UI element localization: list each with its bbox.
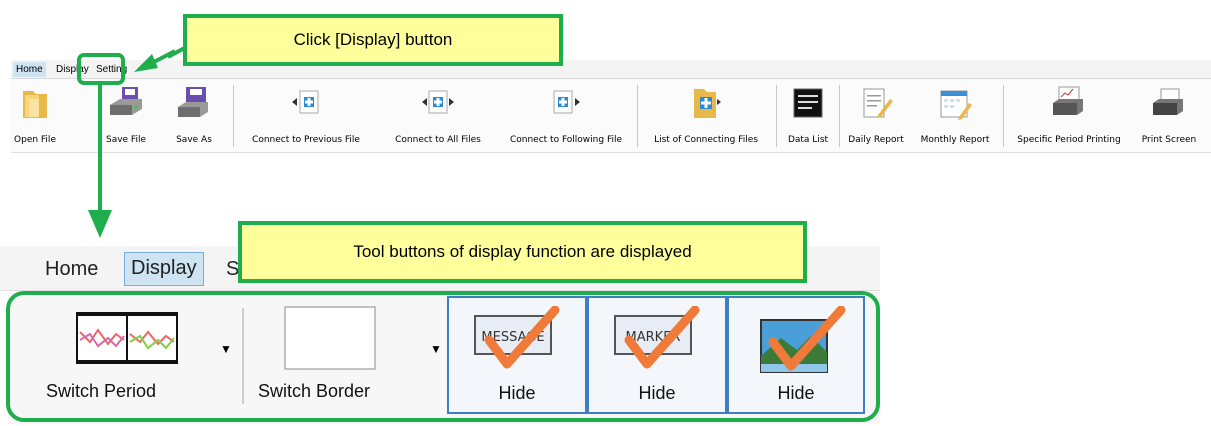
tab-home-large[interactable]: Home xyxy=(45,254,98,284)
hide-image-button[interactable]: Hide xyxy=(727,296,865,414)
down-arrow-head xyxy=(88,210,112,238)
hide-marker-label: Hide xyxy=(638,383,676,403)
switch-border-icon xyxy=(284,306,376,370)
callout-click-display: Click [Display] button xyxy=(183,14,563,66)
switch-period-label: Switch Period xyxy=(46,381,157,401)
switch-border-label: Switch Border xyxy=(258,381,371,401)
separator xyxy=(242,308,244,404)
switch-border-button[interactable]: ▼ Switch Border xyxy=(248,296,444,414)
hide-image-icon xyxy=(760,306,846,373)
hide-image-label: Hide xyxy=(777,383,815,403)
hide-message-label: Hide xyxy=(498,383,536,403)
tab-display-large[interactable]: Display xyxy=(124,252,204,286)
display-toolbar: ▼ Switch Period ▼ Switch Border MESSAGE … xyxy=(8,292,880,424)
hide-marker-icon: MARKER xyxy=(614,306,700,369)
hide-marker-button[interactable]: MARKER Hide xyxy=(587,296,727,414)
switch-period-icon xyxy=(76,312,178,364)
callout-tool-buttons: Tool buttons of display function are dis… xyxy=(238,221,807,283)
chevron-down-icon[interactable]: ▼ xyxy=(220,342,232,356)
hide-message-icon: MESSAGE xyxy=(474,306,560,369)
chevron-down-icon[interactable]: ▼ xyxy=(430,342,442,356)
display-tab-highlight xyxy=(77,53,125,85)
hide-message-button[interactable]: MESSAGE Hide xyxy=(447,296,587,414)
switch-period-button[interactable]: ▼ Switch Period xyxy=(30,296,240,414)
